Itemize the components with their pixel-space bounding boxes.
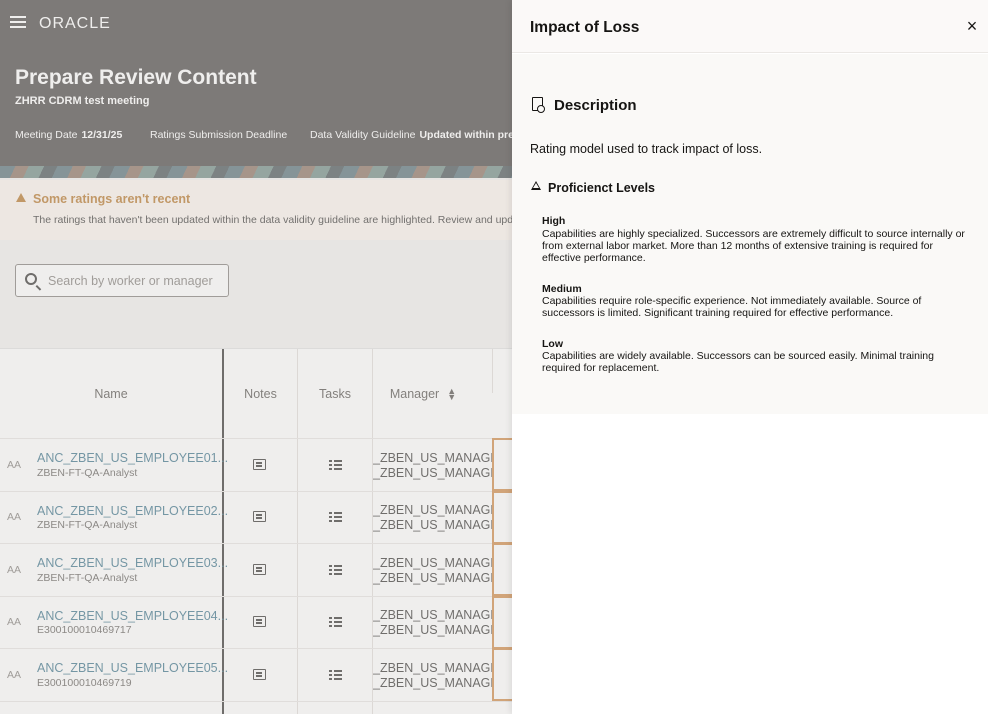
description-heading: Description [554,97,637,114]
level-name-medium: Medium [542,283,582,295]
proficiency-heading: Proficienct Levels [548,181,655,195]
drawer-header: Impact of Loss × [512,0,988,53]
level-name-high: High [542,215,566,227]
proficiency-icon [531,181,541,190]
drawer-title: Impact of Loss [530,19,640,36]
document-icon [532,97,545,113]
modal-overlay[interactable] [0,0,512,714]
level-desc-medium: Capabilities require role-specific exper… [542,295,922,319]
level-name-low: Low [542,338,563,350]
level-desc-high: Capabilities are highly specialized. Suc… [542,228,965,264]
impact-of-loss-drawer: Impact of Loss × Description Rating mode… [512,0,988,714]
description-text: Rating model used to track impact of los… [530,142,763,156]
level-desc-low: Capabilities are widely available. Succe… [542,350,934,374]
close-button[interactable]: × [962,16,982,36]
